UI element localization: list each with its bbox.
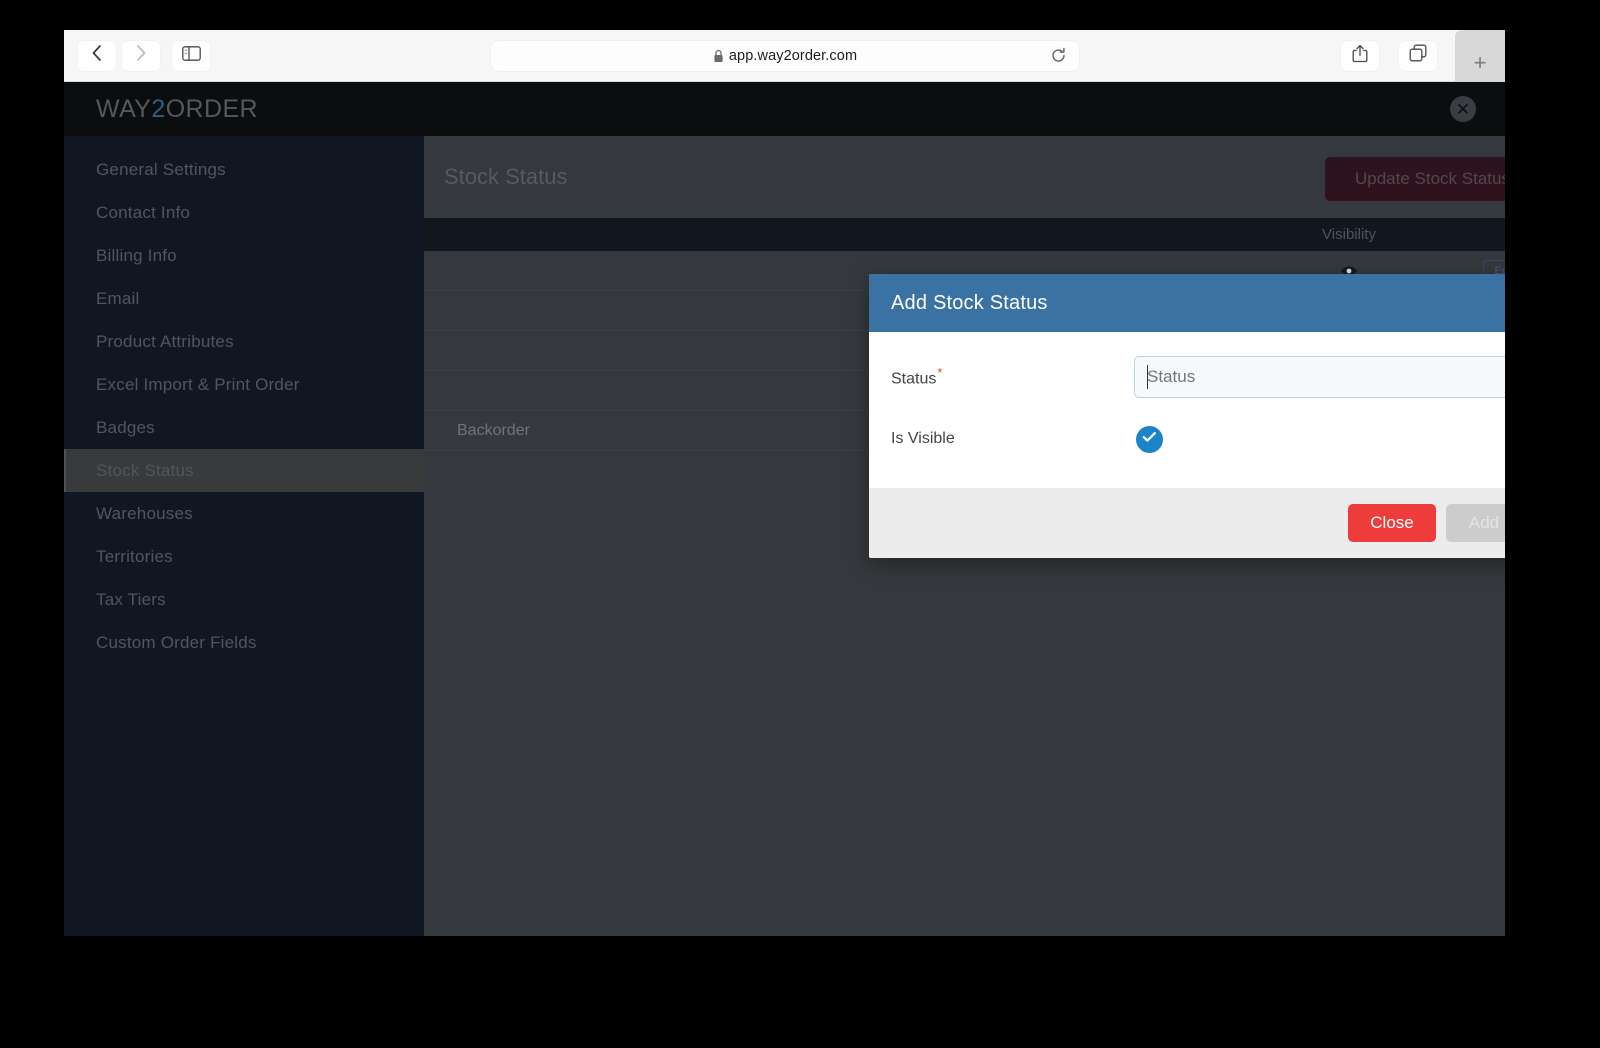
cell-visibility [1254,265,1444,277]
close-icon[interactable]: ✕ [1450,96,1476,122]
sidebar-item-label: Warehouses [96,503,193,523]
close-button[interactable]: Close [1348,504,1436,542]
sidebar-item-label: Billing Info [96,245,177,265]
sidebar-toggle-icon [181,45,201,66]
back-button[interactable] [78,40,116,71]
table-row[interactable]: Edit [424,291,1505,331]
toolbar-actions [1335,40,1437,71]
sidebar-item-label: Badges [96,417,155,437]
edit-button[interactable]: Edit [1483,299,1505,322]
sidebar-item-label: Stock Status [96,460,194,480]
lock-icon [713,49,724,63]
table-row[interactable]: Edit [424,331,1505,371]
sidebar-item-label: Email [96,288,140,308]
sidebar-item-stock-status[interactable]: Stock Status [64,449,424,492]
url-text: app.way2order.com [728,47,858,64]
edit-button[interactable]: Edit [1483,259,1505,282]
sidebar-item-custom-order-fields[interactable]: Custom Order Fields [64,621,424,664]
edit-button[interactable]: Edit [1483,379,1505,402]
table-row[interactable]: Backorder Edit [424,411,1505,451]
share-button[interactable] [1341,40,1379,71]
new-tab-label: + [1473,50,1487,75]
tabs-overview-button[interactable] [1399,40,1437,71]
address-bar[interactable]: app.way2order.com [491,40,1079,71]
edit-button[interactable]: Edit [1483,339,1505,362]
sidebar: General Settings Contact Info Billing In… [64,136,424,936]
edit-button[interactable]: Edit [1483,419,1505,442]
modal-footer: Close Add [869,488,1505,558]
cell-actions: Edit [1444,259,1505,282]
column-header-visibility: Visibility [1322,226,1376,243]
sidebar-item-warehouses[interactable]: Warehouses [64,492,424,535]
eye-icon[interactable] [1340,305,1358,317]
brand-prefix: WAY [96,94,152,123]
reload-button[interactable] [1047,45,1069,67]
cell-visibility [1254,345,1444,357]
sidebar-item-badges[interactable]: Badges [64,406,424,449]
sidebar-item-territories[interactable]: Territories [64,535,424,578]
web-app: WAY2ORDER ✕ General Settings Contact Inf… [64,82,1505,936]
stock-status-table: Visibility Edit [424,218,1505,451]
eye-icon[interactable] [1340,345,1358,357]
update-stock-status-button[interactable]: Update Stock Status [1325,157,1505,201]
cell-visibility [1254,305,1444,317]
sidebar-item-contact-info[interactable]: Contact Info [64,191,424,234]
sidebar-item-general-settings[interactable]: General Settings [64,148,424,191]
table-row[interactable]: Edit [424,251,1505,291]
browser-toolbar: app.way2order.com + [64,30,1505,82]
browser-window: app.way2order.com + WAY2ORDER ✕ General … [64,30,1505,936]
sidebar-item-label: Excel Import & Print Order [96,374,300,394]
brand-suffix: ORDER [165,94,258,123]
add-button[interactable]: Add [1446,504,1505,542]
cell-name: Backorder [457,421,530,439]
cell-actions: Edit [1444,379,1505,402]
sidebar-item-excel-import-print-order[interactable]: Excel Import & Print Order [64,363,424,406]
app-body: General Settings Contact Info Billing In… [64,136,1505,936]
cell-actions: Edit [1444,419,1505,442]
app-topbar: WAY2ORDER ✕ [64,82,1505,136]
sidebar-item-label: General Settings [96,159,226,179]
share-icon [1352,44,1368,68]
content-area: Stock Status Update Stock Status Visibil… [424,136,1505,936]
brand-accent: 2 [151,94,166,123]
table-header-row: Visibility [424,218,1505,251]
new-tab-button[interactable]: + [1455,30,1505,82]
sidebar-item-tax-tiers[interactable]: Tax Tiers [64,578,424,621]
eye-icon[interactable] [1340,425,1358,437]
tabs-overview-icon [1409,44,1427,67]
chevron-left-icon [91,44,103,67]
cell-visibility [1254,425,1444,437]
update-stock-status-label: Update Stock Status [1355,169,1505,188]
page-header: Stock Status Update Stock Status [424,136,1505,218]
eye-icon[interactable] [1340,265,1358,277]
close-label: ✕ [1455,99,1471,119]
sidebar-item-label: Tax Tiers [96,589,166,609]
sidebar-item-label: Contact Info [96,202,191,222]
eye-icon[interactable] [1340,385,1358,397]
page-title: Stock Status [444,164,568,189]
brand-logo[interactable]: WAY2ORDER [96,95,258,124]
sidebar-item-product-attributes[interactable]: Product Attributes [64,320,424,363]
sidebar-item-billing-info[interactable]: Billing Info [64,234,424,277]
sidebar-item-label: Custom Order Fields [96,632,257,652]
sidebar-item-email[interactable]: Email [64,277,424,320]
sidebar-toggle-button[interactable] [172,40,210,71]
forward-button[interactable] [122,40,160,71]
chevron-right-icon [135,44,147,67]
cell-actions: Edit [1444,339,1505,362]
sidebar-item-label: Territories [96,546,173,566]
cell-actions: Edit [1444,299,1505,322]
cell-visibility [1254,385,1444,397]
table-row[interactable]: Edit [424,371,1505,411]
sidebar-item-label: Product Attributes [96,331,234,351]
